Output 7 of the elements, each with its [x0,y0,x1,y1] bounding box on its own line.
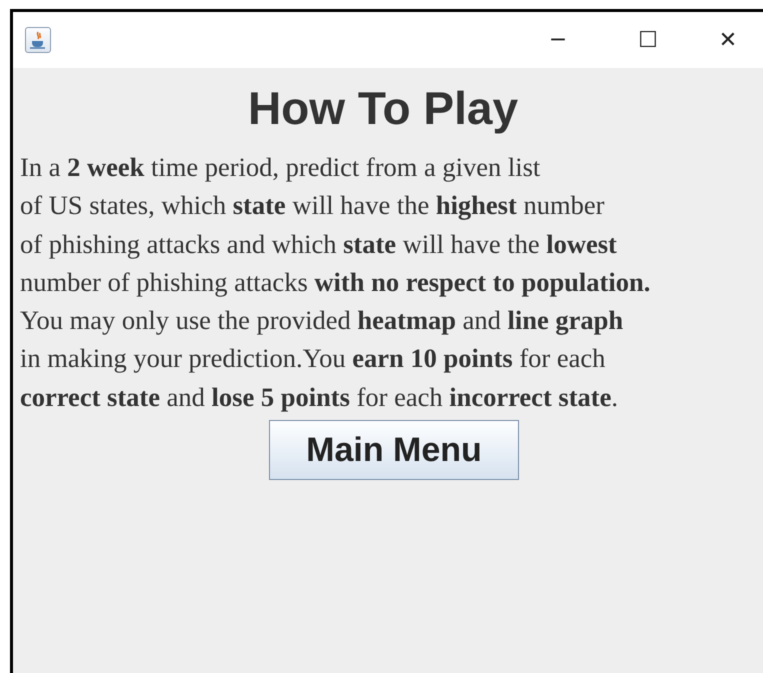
cup-icon[interactable] [25,27,51,53]
minimize-button[interactable]: ─ [513,28,603,52]
close-button[interactable]: ✕ [693,28,763,52]
maximize-button[interactable]: ☐ [603,28,693,52]
main-menu-button[interactable]: Main Menu [269,420,519,480]
instructions-paragraph: In a 2 week time period, predict from a given list of US states, which state will have the highest number of phishing attacks and which state will have the lowest number of phishing attacks with no respect to population. You may only use the provided heatmap and line graph in making your prediction.You earn 10 points for each correct state and lose 5 points for each incorrect state. [20,151,650,414]
heading-title: How To Play [248,81,518,136]
